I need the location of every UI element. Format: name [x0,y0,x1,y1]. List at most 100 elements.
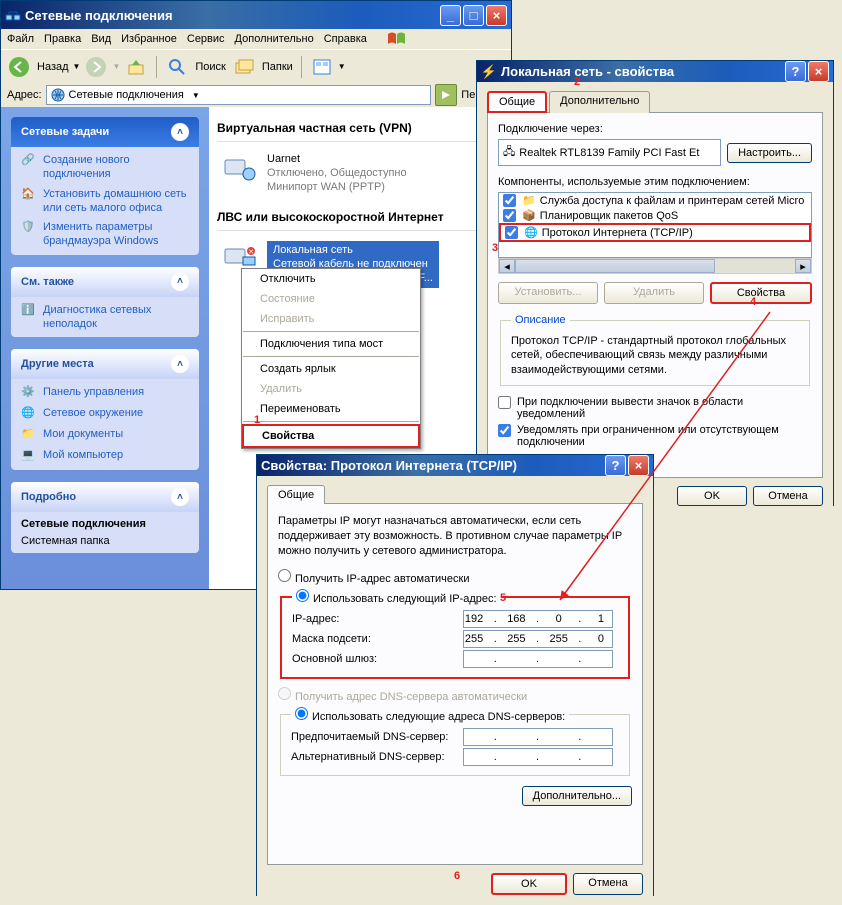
dns1-label: Предпочитаемый DNS-сервер: [291,731,448,743]
menu-fav[interactable]: Избранное [121,33,177,45]
help-button[interactable]: ? [785,61,806,82]
lan-icon: ⚡ [481,64,497,80]
views-button[interactable] [310,55,334,79]
close-button[interactable]: × [628,455,649,476]
tcpip-titlebar[interactable]: Свойства: Протокол Интернета (TCP/IP) ? … [257,455,653,476]
cb-fileprint[interactable] [503,194,516,207]
close-button[interactable]: × [486,5,507,26]
vpn-icon [221,152,261,186]
ok-button[interactable]: OK [491,873,567,895]
task-firewall[interactable]: 🛡️Изменить параметры брандмауэра Windows [21,220,189,249]
ctx-bridge[interactable]: Подключения типа мост [242,334,420,354]
mask-field[interactable]: 255.255.255.0 [463,630,613,648]
ip-field[interactable]: 192.168.0.1 [463,610,613,628]
dns2-field[interactable]: ... [463,748,613,766]
menu-help[interactable]: Справка [324,33,367,45]
comp-tcpip[interactable]: 🌐Протокол Интернета (TCP/IP) [499,223,811,242]
menu-edit[interactable]: Правка [44,33,81,45]
cancel-button[interactable]: Отмена [573,873,643,895]
search-label[interactable]: Поиск [195,61,225,73]
task-new-connection[interactable]: 🔗Создание нового подключения [21,153,189,182]
components-list[interactable]: 📁Служба доступа к файлам и принтерам сет… [498,192,812,258]
maximize-button[interactable]: □ [463,5,484,26]
menu-advanced[interactable]: Дополнительно [235,33,314,45]
addr-icon [51,88,65,102]
cancel-button[interactable]: Отмена [753,486,823,506]
go-button[interactable] [435,84,457,106]
components-scrollbar[interactable]: ◂ ▸ [498,258,812,274]
desc-text: Протокол TCP/IP - стандартный протокол г… [511,334,799,377]
lanprops-titlebar[interactable]: ⚡ Локальная сеть - свойства ? × [477,61,833,82]
search-icon[interactable] [165,55,189,79]
menu-tools[interactable]: Сервис [187,33,225,45]
chevron-up-icon[interactable]: ˄ [171,273,189,291]
scroll-right-icon[interactable]: ▸ [795,259,811,273]
ctx-disable[interactable]: Отключить [242,269,420,289]
other-my-computer[interactable]: 💻Мой компьютер [21,448,189,464]
props-button[interactable]: Свойства [710,282,812,304]
adapter-name: Realtek RTL8139 Family PCI Fast Et [519,147,699,159]
cb-warn[interactable] [498,424,511,437]
cb-tcpip[interactable] [505,226,518,239]
task-home-network[interactable]: 🏠Установить домашнюю сеть или сеть малог… [21,187,189,216]
minimize-button[interactable]: _ [440,5,461,26]
menubar: Файл Правка Вид Избранное Сервис Дополни… [1,29,511,49]
cb-qos[interactable] [503,209,516,222]
lanprops-title: Локальная сеть - свойства [501,64,674,79]
lan-section-title: ЛВС или высокоскоростной Интернет [217,210,503,224]
help-button[interactable]: ? [605,455,626,476]
menu-file[interactable]: Файл [7,33,34,45]
vpn-item-uarnet[interactable]: Uarnet Отключено, Общедоступно Минипорт … [217,148,503,199]
tab-general[interactable]: Общие [267,485,325,504]
radio-dns-auto: Получить адрес DNS-сервера автоматически [278,691,527,703]
cb-tray[interactable] [498,396,511,409]
lanprops-dialog: ⚡ Локальная сеть - свойства ? × Общие До… [476,60,834,506]
comp-fileprint[interactable]: 📁Служба доступа к файлам и принтерам сет… [499,193,811,208]
tab-general[interactable]: Общие [487,91,547,113]
folders-icon[interactable] [232,55,256,79]
ctx-shortcut[interactable]: Создать ярлык [242,359,420,379]
dns1-field[interactable]: ... [463,728,613,746]
addr-label: Адрес: [7,89,42,101]
configure-button[interactable]: Настроить... [727,143,812,163]
ctx-delete: Удалить [242,379,420,399]
radio-ip-auto[interactable]: Получить IP-адрес автоматически [278,573,469,585]
see-also-diag[interactable]: ℹ️Диагностика сетевых неполадок [21,303,189,332]
other-places-header[interactable]: Другие места˄ [11,349,199,379]
other-control-panel[interactable]: ⚙️Панель управления [21,385,189,401]
chevron-up-icon[interactable]: ˄ [171,123,189,141]
addr-chevron-icon[interactable]: ▼ [192,91,200,100]
details-header[interactable]: Подробно˄ [11,482,199,512]
chevron-up-icon[interactable]: ˄ [171,355,189,373]
folders-label[interactable]: Папки [262,61,293,73]
back-label[interactable]: Назад [37,61,69,73]
advanced-button[interactable]: Дополнительно... [522,786,632,806]
vpn-section-title: Виртуальная частная сеть (VPN) [217,121,503,135]
gw-field[interactable]: ... [463,650,613,668]
forward-button[interactable] [84,55,108,79]
addressbar: Адрес: Сетевые подключения ▼ Переход [1,83,511,107]
ctx-properties[interactable]: Свойства [242,424,420,448]
tcpip-dialog: Свойства: Протокол Интернета (TCP/IP) ? … [256,454,654,896]
other-net-places[interactable]: 🌐Сетевое окружение [21,406,189,422]
annot-3: 3 [492,242,498,254]
radio-dns-manual[interactable]: Использовать следующие адреса DNS-сервер… [295,711,565,723]
explorer-titlebar[interactable]: Сетевые подключения _ □ × [1,1,511,29]
other-my-docs[interactable]: 📁Мои документы [21,427,189,443]
tasks-header[interactable]: Сетевые задачи˄ [11,117,199,147]
ok-button[interactable]: OK [677,486,747,506]
menu-view[interactable]: Вид [91,33,111,45]
tab-advanced[interactable]: Дополнительно [549,91,650,113]
up-button[interactable] [124,55,148,79]
see-also-header[interactable]: См. также˄ [11,267,199,297]
back-button[interactable] [7,55,31,79]
radio-ip-manual[interactable]: Использовать следующий IP-адрес: [296,593,497,605]
chevron-up-icon[interactable]: ˄ [171,488,189,506]
comp-qos[interactable]: 📦Планировщик пакетов QoS [499,208,811,223]
ctx-rename[interactable]: Переименовать [242,399,420,419]
addr-input[interactable]: Сетевые подключения ▼ [46,85,432,105]
close-button[interactable]: × [808,61,829,82]
nic-icon: 🖧 [503,143,515,162]
scroll-left-icon[interactable]: ◂ [499,259,515,273]
ip-label: IP-адрес: [292,613,339,625]
